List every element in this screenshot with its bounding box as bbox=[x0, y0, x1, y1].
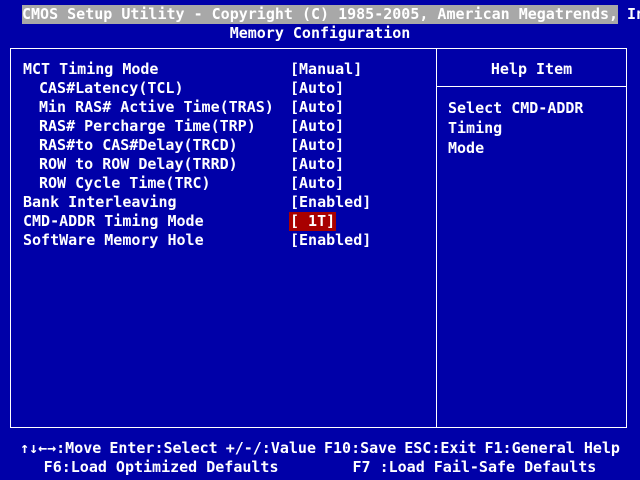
setting-label: Min RAS# Active Time(TRAS) bbox=[39, 98, 274, 116]
setting-row[interactable]: RAS#to CAS#Delay(TRCD) [Auto] bbox=[23, 136, 433, 155]
footer-keys-line2: F6:Load Optimized Defaults F7 :Load Fail-… bbox=[0, 458, 640, 477]
setting-label: MCT Timing Mode bbox=[23, 60, 159, 78]
setting-row[interactable]: ROW to ROW Delay(TRRD) [Auto] bbox=[23, 155, 433, 174]
setting-label: SoftWare Memory Hole bbox=[23, 231, 204, 249]
help-text: Select CMD-ADDR Timing Mode bbox=[448, 99, 584, 157]
key-hint: +/-/:Value bbox=[225, 439, 316, 457]
setting-value[interactable]: [Enabled] bbox=[289, 231, 372, 250]
settings-frame: Help Item Select CMD-ADDR Timing Mode MC… bbox=[10, 48, 627, 428]
footer-keys-line1: ↑↓←→:Move Enter:Select +/-/:Value F10:Save E… bbox=[0, 439, 640, 458]
setting-row[interactable]: CMD-ADDR Timing Mode [ 1T] bbox=[23, 212, 433, 231]
setting-row[interactable]: Bank Interleaving [Enabled] bbox=[23, 193, 433, 212]
setting-row[interactable]: SoftWare Memory Hole [Enabled] bbox=[23, 231, 433, 250]
setting-row[interactable]: MCT Timing Mode [Manual] bbox=[23, 60, 433, 79]
setting-label: Bank Interleaving bbox=[23, 193, 177, 211]
setting-label: ROW to ROW Delay(TRRD) bbox=[39, 155, 238, 173]
setting-value[interactable]: [Auto] bbox=[289, 155, 345, 174]
app-title: CMOS Setup Utility - Copyright (C) 1985-… bbox=[22, 5, 640, 24]
setting-value[interactable]: [Auto] bbox=[289, 79, 345, 98]
key-hint: ↑↓←→:Move bbox=[20, 439, 102, 457]
setting-row[interactable]: RAS# Percharge Time(TRP) [Auto] bbox=[23, 117, 433, 136]
setting-value[interactable]: [Auto] bbox=[289, 136, 345, 155]
key-hint: ESC:Exit bbox=[404, 439, 477, 457]
setting-label: ROW Cycle Time(TRC) bbox=[39, 174, 211, 192]
setting-row[interactable]: Min RAS# Active Time(TRAS) [Auto] bbox=[23, 98, 433, 117]
key-hint: F10:Save bbox=[324, 439, 397, 457]
help-title: Help Item bbox=[490, 60, 573, 78]
panel-divider bbox=[436, 49, 437, 427]
setting-label: RAS#to CAS#Delay(TRCD) bbox=[39, 136, 238, 154]
header: CMOS Setup Utility - Copyright (C) 1985-… bbox=[0, 3, 640, 42]
key-hint: F7 :Load Fail-Safe Defaults bbox=[352, 458, 597, 476]
setting-value[interactable]: [Auto] bbox=[289, 117, 345, 136]
setting-row[interactable]: CAS#Latency(TCL) [Auto] bbox=[23, 79, 433, 98]
setting-value[interactable]: [Auto] bbox=[289, 98, 345, 117]
setting-value[interactable]: [ 1T] bbox=[289, 212, 337, 231]
page-title: Memory Configuration bbox=[229, 24, 411, 42]
key-hint: F1:General Help bbox=[484, 439, 620, 457]
setting-value[interactable]: [Auto] bbox=[289, 174, 345, 193]
help-separator bbox=[437, 86, 626, 87]
setting-label: RAS# Percharge Time(TRP) bbox=[39, 117, 256, 135]
setting-label: CMD-ADDR Timing Mode bbox=[23, 212, 204, 230]
key-hint: Enter:Select bbox=[109, 439, 218, 457]
setting-row[interactable]: ROW Cycle Time(TRC) [Auto] bbox=[23, 174, 433, 193]
key-hint: F6:Load Optimized Defaults bbox=[43, 458, 279, 476]
setting-value[interactable]: [Manual] bbox=[289, 60, 363, 79]
setting-value[interactable]: [Enabled] bbox=[289, 193, 372, 212]
setting-label: CAS#Latency(TCL) bbox=[39, 79, 184, 97]
